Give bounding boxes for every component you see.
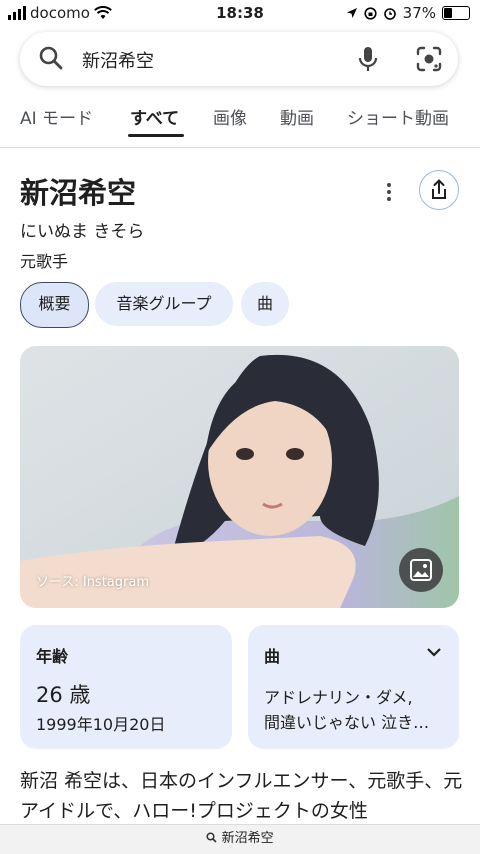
entity-photo[interactable]: ソース: Instagram [20, 346, 459, 608]
song-line: 間違いじゃない 泣き虫の僕に... [264, 713, 444, 732]
songs-card[interactable]: 曲 アドレナリン・ダメ, 間違いじゃない 泣き虫の僕に... [248, 625, 459, 749]
image-button[interactable] [399, 548, 443, 592]
divider [0, 147, 480, 148]
tab-short-videos[interactable]: ショート動画 [347, 104, 449, 129]
photo-source: ソース: Instagram [36, 575, 149, 590]
search-icon [206, 832, 217, 843]
share-icon [432, 179, 446, 199]
location-arrow-icon [346, 8, 357, 18]
entity-title: 新沼希空 [20, 176, 137, 210]
tab-videos[interactable]: 動画 [280, 104, 314, 129]
portrait-image [20, 346, 459, 608]
age-card[interactable]: 年齢 26 歳 1999年10月20日 [20, 625, 232, 749]
chevron-down-icon[interactable] [425, 645, 443, 659]
entity-description: 元歌手 [20, 252, 69, 271]
status-icons: 37% [346, 4, 470, 22]
songs-list: アドレナリン・ダメ, 間違いじゃない 泣き虫の僕に... [264, 685, 444, 735]
battery-percent: 37% [402, 4, 436, 22]
search-icon [39, 46, 63, 70]
microphone-icon[interactable] [356, 45, 380, 73]
tab-ai-mode[interactable]: AI モード [20, 104, 93, 129]
rotation-lock-icon [364, 6, 377, 20]
more-options-icon[interactable] [382, 180, 396, 204]
tab-all[interactable]: すべて [130, 104, 179, 129]
chip-music-group[interactable]: 音楽グループ [95, 282, 233, 326]
search-query[interactable]: 新沼希空 [82, 47, 154, 73]
lens-camera-icon[interactable] [415, 45, 443, 73]
entity-summary: 新沼 希空は、日本のインフルエンサー、元歌手、元アイドルで、ハロー!プロジェクト… [20, 770, 463, 822]
active-tab-indicator [128, 134, 184, 137]
chip-songs[interactable]: 曲 [241, 282, 289, 326]
alarm-icon [383, 8, 396, 20]
bottom-query: 新沼希空 [221, 831, 274, 846]
search-tabs: AI モード すべて 画像 動画 ショート動画 [0, 102, 480, 142]
tab-images[interactable]: 画像 [213, 104, 247, 129]
status-bar: docomo 18:38 37% [0, 0, 480, 28]
age-label: 年齢 [36, 647, 69, 666]
battery-icon [442, 6, 470, 20]
age-value: 26 歳 [36, 683, 91, 707]
birth-date: 1999年10月20日 [36, 715, 166, 734]
songs-label: 曲 [264, 647, 281, 666]
image-icon [410, 559, 432, 581]
chip-overview[interactable]: 概要 [20, 282, 89, 328]
entity-reading: にいぬま きそら [20, 222, 145, 242]
share-button[interactable] [419, 170, 459, 210]
bottom-url-bar[interactable]: 新沼希空 [0, 824, 480, 854]
search-bar[interactable]: 新沼希空 [20, 32, 458, 86]
song-line: アドレナリン・ダメ, [264, 688, 413, 707]
